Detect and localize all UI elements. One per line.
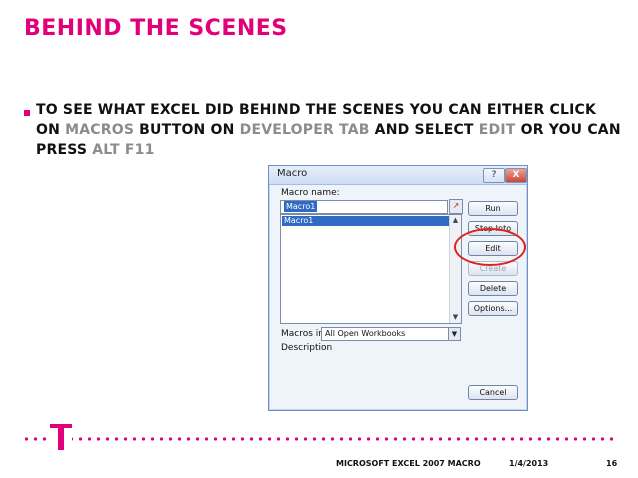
close-button[interactable]: X xyxy=(505,168,527,183)
scroll-up-icon[interactable]: ▲ xyxy=(451,216,460,225)
highlight-developer-tab: DEVELOPER TAB xyxy=(239,122,370,138)
bullet-text: TO SEE WHAT EXCEL DID BEHIND THE SCENES … xyxy=(36,100,624,160)
macro-name-value: Macro1 xyxy=(284,201,318,212)
description-area xyxy=(280,355,460,383)
footer-title: MICROSOFT EXCEL 2007 MACRO xyxy=(336,459,481,468)
highlight-shortcut: ALT F11 xyxy=(92,142,155,158)
run-button[interactable]: Run xyxy=(468,201,518,216)
bullet-point: TO SEE WHAT EXCEL DID BEHIND THE SCENES … xyxy=(24,100,624,160)
bullet-text-part: BUTTON ON xyxy=(134,122,240,138)
chevron-down-icon[interactable]: ▼ xyxy=(448,328,460,340)
list-scrollbar[interactable]: ▲ ▼ xyxy=(449,215,461,323)
page-number: 16 xyxy=(606,459,618,468)
annotation-circle xyxy=(454,228,526,266)
delete-button[interactable]: Delete xyxy=(468,281,518,296)
bullet-marker xyxy=(24,110,30,116)
dialog-title: Macro xyxy=(277,168,308,179)
macro-name-label: Macro name: xyxy=(281,188,340,198)
highlight-macros: MACROS xyxy=(65,122,135,138)
scroll-down-icon[interactable]: ▼ xyxy=(451,313,460,322)
t-logo-icon xyxy=(50,424,72,450)
macro-name-input[interactable]: Macro1 xyxy=(280,200,448,214)
highlight-edit: EDIT xyxy=(478,122,516,138)
list-item[interactable]: Macro1 xyxy=(282,216,451,226)
description-label: Description xyxy=(281,343,333,353)
macros-in-select[interactable]: All Open Workbooks ▼ xyxy=(321,327,461,341)
help-button[interactable]: ? xyxy=(483,168,505,183)
slide-title: BEHIND THE SCENES xyxy=(24,16,288,41)
logo-stem xyxy=(58,428,64,450)
macro-dialog: Macro ? X Macro name: Macro1 ↗ Macro1 ▲ … xyxy=(268,165,528,411)
options-button[interactable]: Options... xyxy=(468,301,518,316)
cancel-button[interactable]: Cancel xyxy=(468,385,518,400)
dotted-divider xyxy=(22,437,616,441)
collapse-dialog-icon[interactable]: ↗ xyxy=(449,199,463,214)
bullet-text-part: AND SELECT xyxy=(369,122,479,138)
macro-list[interactable]: Macro1 ▲ ▼ xyxy=(280,214,462,324)
dialog-titlebar[interactable]: Macro ? X xyxy=(269,166,527,185)
footer-date: 1/4/2013 xyxy=(509,459,549,468)
macros-in-value: All Open Workbooks xyxy=(325,329,406,338)
